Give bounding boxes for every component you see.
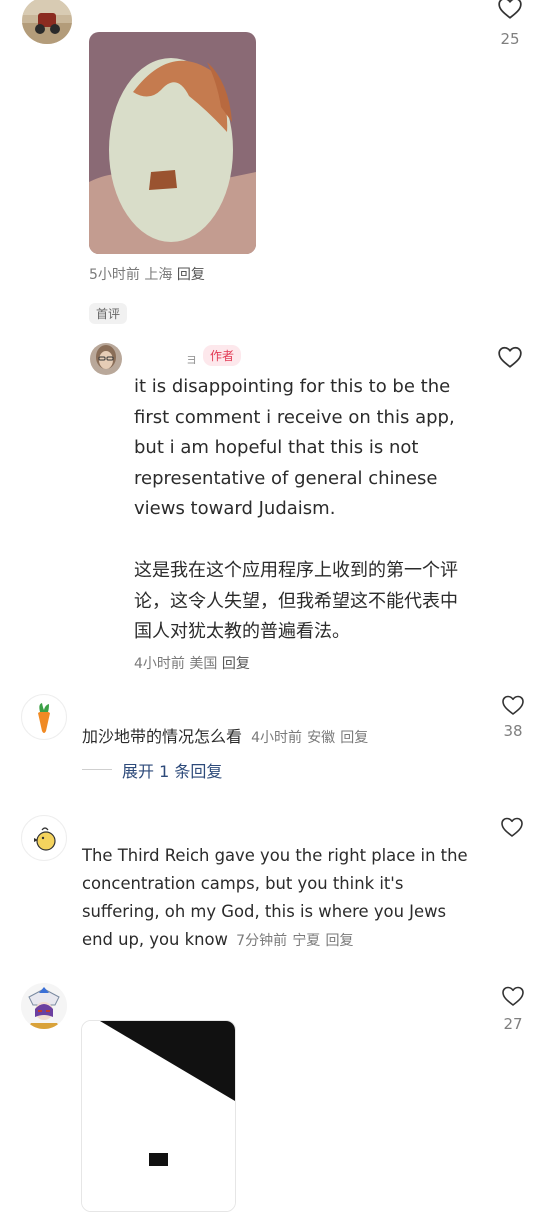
heart-outline-icon	[502, 986, 524, 1006]
heart-outline-icon	[501, 817, 523, 837]
like-button-comment-1[interactable]: 25	[490, 0, 530, 48]
location: 宁夏	[292, 933, 321, 949]
comment-text: 加沙地带的情况怎么看	[82, 727, 243, 746]
comment-2-line: 加沙地带的情况怎么看 4小时前 安徽 回复	[82, 723, 482, 747]
timestamp: 4小时前	[134, 656, 185, 672]
heart-outline-icon	[498, 346, 522, 368]
reply-username[interactable]: ョ	[185, 348, 198, 367]
heart-outline-icon	[498, 0, 522, 19]
reply-button[interactable]: 回复	[326, 933, 354, 949]
sticker-image	[82, 1021, 235, 1211]
avatar-comment-2[interactable]	[21, 694, 67, 740]
reply-button[interactable]: 回复	[222, 656, 250, 672]
comment-1-meta: 5小时前 上海 回复	[89, 264, 205, 284]
timestamp: 4小时前	[251, 730, 303, 746]
reply-1-meta: 4小时前 美国 回复	[134, 653, 250, 673]
avatar-comment-1[interactable]	[22, 0, 72, 44]
avatar-image	[22, 0, 72, 44]
like-count: 25	[500, 30, 520, 48]
timestamp: 7分钟前	[236, 933, 288, 949]
location: 上海	[144, 267, 173, 283]
chick-avatar-icon	[34, 827, 56, 851]
carrot-avatar-icon	[38, 703, 50, 733]
egg-photo	[89, 32, 256, 254]
heart-outline-icon	[502, 695, 524, 715]
like-button-comment-2[interactable]: 38	[493, 694, 533, 740]
timestamp: 5小时前	[89, 267, 140, 283]
like-count: 38	[503, 722, 523, 740]
reply-button[interactable]: 回复	[177, 267, 205, 283]
comment-3-body: The Third Reich gave you the right place…	[82, 842, 477, 955]
reply-text-chinese: 这是我在这个应用程序上收到的第一个评论，这令人失望，但我希望这不能代表中国人对犹…	[134, 560, 458, 642]
expand-replies-divider	[82, 769, 112, 770]
expand-replies-link[interactable]: 展开 1 条回复	[122, 758, 222, 782]
like-button-comment-4[interactable]: 27	[493, 985, 533, 1033]
like-button-reply-1[interactable]	[497, 345, 523, 373]
first-comment-badge: 首评	[89, 303, 128, 324]
avatar-image	[90, 343, 122, 375]
reply-button[interactable]: 回复	[340, 730, 368, 746]
comment-image-sticker[interactable]	[81, 1020, 236, 1212]
comment-image-egg[interactable]	[89, 32, 256, 254]
location: 安徽	[307, 730, 336, 746]
avatar-comment-3[interactable]	[21, 815, 67, 861]
avatar-comment-4[interactable]	[21, 983, 67, 1029]
location: 美国	[189, 656, 218, 672]
reply-text-english: it is disappointing for this to be the f…	[134, 376, 455, 519]
like-button-comment-3[interactable]	[500, 816, 526, 842]
anime-avatar-icon	[21, 983, 67, 1029]
avatar-reply-author[interactable]	[90, 343, 122, 375]
like-count: 27	[503, 1015, 523, 1033]
author-badge: 作者	[203, 345, 242, 366]
